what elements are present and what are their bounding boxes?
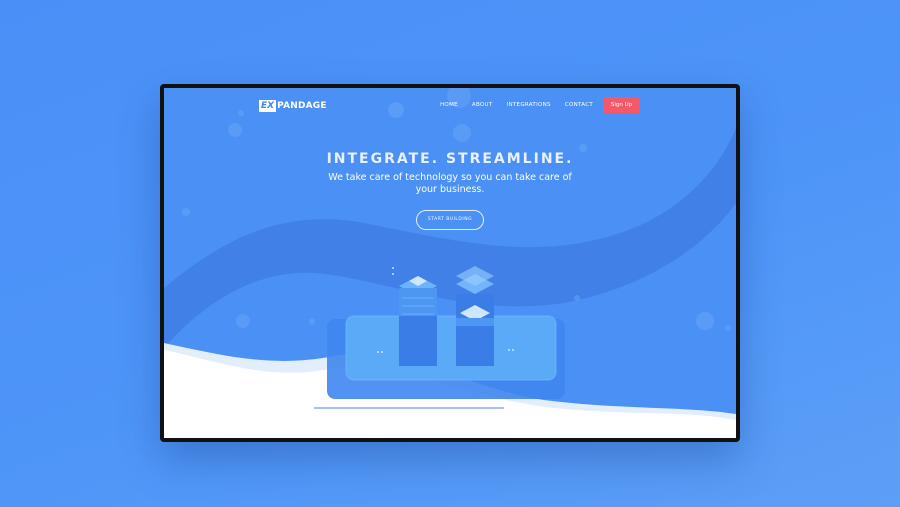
bubble — [574, 295, 580, 301]
top-navbar: EX PANDAGE HOME ABOUT INTEGRATIONS CONTA… — [164, 88, 736, 124]
bubble — [725, 325, 731, 331]
nav-item-integrations[interactable]: INTEGRATIONS — [507, 102, 551, 108]
logo-mark: EX — [259, 100, 277, 112]
bubble — [182, 208, 190, 216]
hero-background — [164, 88, 736, 438]
bubble — [236, 314, 250, 328]
brand-logo[interactable]: EX PANDAGE — [259, 99, 327, 113]
bubble — [453, 124, 471, 142]
hero-subtitle: We take care of technology so you can ta… — [328, 172, 572, 195]
nav-item-contact[interactable]: CONTACT — [565, 102, 593, 108]
nav-menu: HOME ABOUT INTEGRATIONS CONTACT — [440, 102, 607, 108]
hero-title: INTEGRATE. STREAMLINE. — [326, 151, 574, 167]
signup-button[interactable]: Sign Up — [603, 97, 640, 113]
logo-text: PANDAGE — [277, 101, 327, 111]
bubble — [228, 123, 242, 137]
start-building-button[interactable]: START BUILDING — [416, 210, 484, 230]
bubble — [309, 318, 315, 324]
bubble — [696, 312, 714, 330]
website-screen: EX PANDAGE HOME ABOUT INTEGRATIONS CONTA… — [164, 88, 736, 438]
browser-frame: EX PANDAGE HOME ABOUT INTEGRATIONS CONTA… — [160, 84, 740, 442]
nav-item-home[interactable]: HOME — [440, 102, 458, 108]
nav-item-about[interactable]: ABOUT — [472, 102, 493, 108]
platform-illustration — [314, 315, 565, 409]
